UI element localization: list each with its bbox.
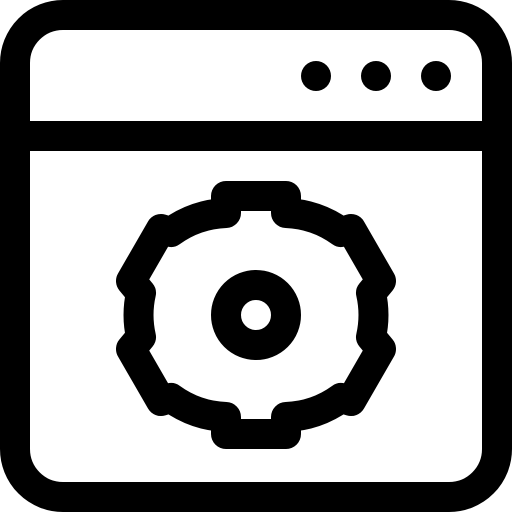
gear-hub	[211, 270, 301, 360]
titlebar-dot	[301, 61, 331, 91]
titlebar-dot	[421, 61, 451, 91]
titlebar-dots-icon	[301, 61, 451, 91]
gear-outline	[116, 181, 396, 449]
titlebar-dot	[361, 61, 391, 91]
gear-icon	[116, 181, 396, 449]
browser-settings-icon	[0, 0, 512, 512]
